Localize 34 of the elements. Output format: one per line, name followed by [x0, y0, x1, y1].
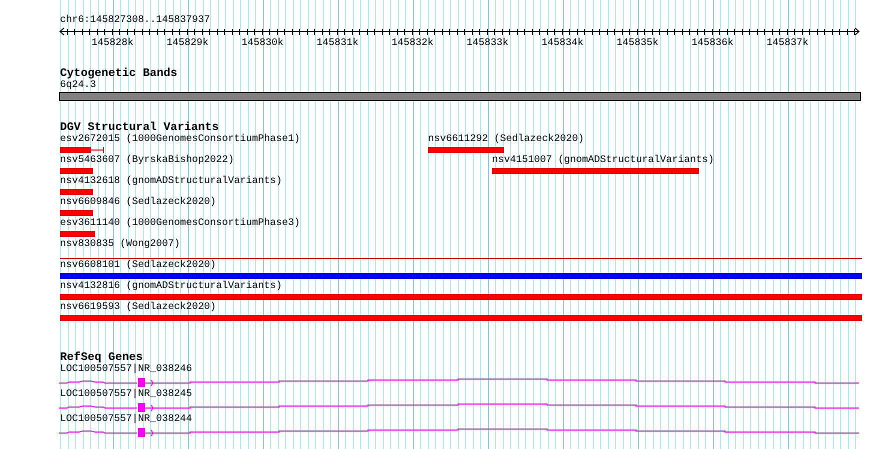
gene-label: LOC100507557|NR_038245 — [60, 389, 194, 401]
variant-label: nsv6619593 (Sedlazeck2020) — [60, 302, 216, 314]
variant-label: nsv4132618 (gnomADStructuralVariants) — [60, 176, 282, 188]
variant-label: nsv6608101 (Sedlazeck2020) — [60, 260, 216, 272]
gene-label: LOC100507557|NR_038246 — [60, 364, 194, 376]
gene-model[interactable] — [59, 403, 860, 412]
tick-label: 145829k — [165, 38, 210, 50]
track-title: Cytogenetic Bands — [60, 68, 178, 80]
variant-label: esv3611140 (1000GenomesConsortiumPhase3) — [60, 218, 300, 230]
gene-model[interactable] — [59, 378, 860, 387]
tick-label: 145835k — [615, 38, 660, 50]
gene-model[interactable] — [59, 428, 860, 437]
track-title: DGV Structural Variants — [60, 122, 219, 134]
variant-label: nsv6611292 (Sedlazeck2020) — [428, 134, 584, 146]
gene-label: LOC100507557|NR_038244 — [60, 414, 194, 426]
tick-label: 145831k — [315, 38, 360, 50]
tick-label: 145834k — [540, 38, 584, 50]
track-title: RefSeq Genes — [60, 352, 143, 364]
location-label: chr6:145827308..145837937 — [60, 15, 212, 27]
tick-label: 145832k — [390, 38, 434, 50]
band-label: 6q24.3 — [60, 80, 98, 92]
tick-label: 145836k — [690, 38, 734, 50]
variant-line[interactable] — [60, 258, 862, 259]
tick-label: 145837k — [765, 38, 810, 50]
tick-label: 145828k — [90, 38, 134, 50]
tick-label: 145830k — [240, 38, 284, 50]
tick-label: 145833k — [465, 38, 510, 50]
variant-label: nsv4132816 (gnomADStructuralVariants) — [60, 281, 282, 293]
variant-label: nsv6609846 (Sedlazeck2020) — [60, 197, 216, 209]
variant-bar[interactable] — [60, 147, 104, 153]
variant-label: esv2672015 (1000GenomesConsortiumPhase1) — [60, 134, 300, 146]
variant-label: nsv5463607 (ByrskaBishop2022) — [60, 155, 234, 167]
variant-label: nsv830835 (Wong2007) — [60, 239, 180, 251]
variant-label: nsv4151007 (gnomADStructuralVariants) — [492, 155, 714, 167]
